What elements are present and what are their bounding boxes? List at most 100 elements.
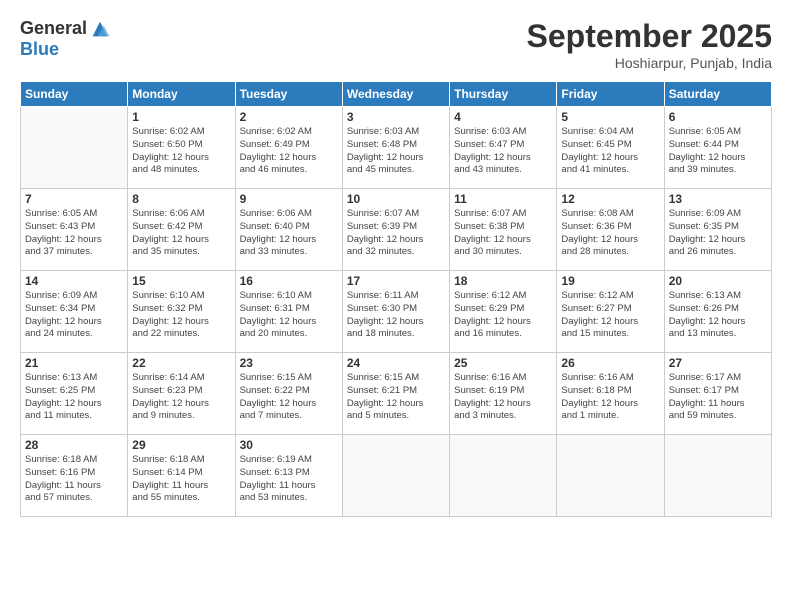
- table-row: [342, 435, 449, 517]
- table-row: 21 Sunrise: 6:13 AM Sunset: 6:25 PM Dayli…: [21, 353, 128, 435]
- day-number: 17: [347, 274, 445, 288]
- day-number: 2: [240, 110, 338, 124]
- day-info: Sunrise: 6:12 AM Sunset: 6:29 PM Dayligh…: [454, 290, 552, 341]
- table-row: 7 Sunrise: 6:05 AM Sunset: 6:43 PM Daylig…: [21, 189, 128, 271]
- title-block: September 2025 Hoshiarpur, Punjab, India: [527, 18, 772, 71]
- table-row: 25 Sunrise: 6:16 AM Sunset: 6:19 PM Dayli…: [450, 353, 557, 435]
- table-row: 29 Sunrise: 6:18 AM Sunset: 6:14 PM Dayli…: [128, 435, 235, 517]
- day-info: Sunrise: 6:10 AM Sunset: 6:31 PM Dayligh…: [240, 290, 338, 341]
- logo-general: General: [20, 19, 87, 39]
- day-info: Sunrise: 6:09 AM Sunset: 6:35 PM Dayligh…: [669, 208, 767, 259]
- table-row: 18 Sunrise: 6:12 AM Sunset: 6:29 PM Dayli…: [450, 271, 557, 353]
- header-tuesday: Tuesday: [235, 82, 342, 107]
- day-info: Sunrise: 6:16 AM Sunset: 6:19 PM Dayligh…: [454, 372, 552, 423]
- day-info: Sunrise: 6:03 AM Sunset: 6:47 PM Dayligh…: [454, 126, 552, 177]
- day-info: Sunrise: 6:15 AM Sunset: 6:21 PM Dayligh…: [347, 372, 445, 423]
- logo: General Blue: [20, 18, 111, 60]
- header-thursday: Thursday: [450, 82, 557, 107]
- title-location: Hoshiarpur, Punjab, India: [527, 55, 772, 71]
- day-number: 3: [347, 110, 445, 124]
- table-row: [21, 107, 128, 189]
- logo-blue: Blue: [20, 40, 59, 60]
- table-row: [450, 435, 557, 517]
- table-row: 28Sunrise: 6:18 AM Sunset: 6:16 PM Dayli…: [21, 435, 128, 517]
- day-number: 25: [454, 356, 552, 370]
- day-info: Sunrise: 6:05 AM Sunset: 6:43 PM Dayligh…: [25, 208, 123, 259]
- day-info: Sunrise: 6:18 AM Sunset: 6:14 PM Dayligh…: [132, 454, 230, 505]
- table-row: [664, 435, 771, 517]
- day-number: 29: [132, 438, 230, 452]
- header-saturday: Saturday: [664, 82, 771, 107]
- header: General Blue September 2025 Hoshiarpur, …: [20, 18, 772, 71]
- table-row: 27Sunrise: 6:17 AM Sunset: 6:17 PM Dayli…: [664, 353, 771, 435]
- day-info: Sunrise: 6:09 AM Sunset: 6:34 PM Dayligh…: [25, 290, 123, 341]
- table-row: 6 Sunrise: 6:05 AM Sunset: 6:44 PM Daylig…: [664, 107, 771, 189]
- day-info: Sunrise: 6:06 AM Sunset: 6:40 PM Dayligh…: [240, 208, 338, 259]
- day-info: Sunrise: 6:13 AM Sunset: 6:26 PM Dayligh…: [669, 290, 767, 341]
- table-row: 11 Sunrise: 6:07 AM Sunset: 6:38 PM Dayli…: [450, 189, 557, 271]
- table-row: 17Sunrise: 6:11 AM Sunset: 6:30 PM Dayli…: [342, 271, 449, 353]
- calendar: Sunday Monday Tuesday Wednesday Thursday…: [20, 81, 772, 517]
- table-row: 20 Sunrise: 6:13 AM Sunset: 6:26 PM Dayli…: [664, 271, 771, 353]
- day-number: 6: [669, 110, 767, 124]
- day-number: 15: [132, 274, 230, 288]
- table-row: 8Sunrise: 6:06 AM Sunset: 6:42 PM Daylig…: [128, 189, 235, 271]
- day-info: Sunrise: 6:07 AM Sunset: 6:39 PM Dayligh…: [347, 208, 445, 259]
- day-info: Sunrise: 6:18 AM Sunset: 6:16 PM Dayligh…: [25, 454, 123, 505]
- logo-icon: [89, 18, 111, 40]
- table-row: 1 Sunrise: 6:02 AM Sunset: 6:50 PM Daylig…: [128, 107, 235, 189]
- day-number: 5: [561, 110, 659, 124]
- table-row: 9Sunrise: 6:06 AM Sunset: 6:40 PM Daylig…: [235, 189, 342, 271]
- day-number: 10: [347, 192, 445, 206]
- day-info: Sunrise: 6:10 AM Sunset: 6:32 PM Dayligh…: [132, 290, 230, 341]
- table-row: [557, 435, 664, 517]
- table-row: 22 Sunrise: 6:14 AM Sunset: 6:23 PM Dayli…: [128, 353, 235, 435]
- day-info: Sunrise: 6:15 AM Sunset: 6:22 PM Dayligh…: [240, 372, 338, 423]
- calendar-header-row: Sunday Monday Tuesday Wednesday Thursday…: [21, 82, 772, 107]
- day-number: 1: [132, 110, 230, 124]
- table-row: 14 Sunrise: 6:09 AM Sunset: 6:34 PM Dayli…: [21, 271, 128, 353]
- day-info: Sunrise: 6:03 AM Sunset: 6:48 PM Dayligh…: [347, 126, 445, 177]
- table-row: 5Sunrise: 6:04 AM Sunset: 6:45 PM Daylig…: [557, 107, 664, 189]
- day-info: Sunrise: 6:02 AM Sunset: 6:50 PM Dayligh…: [132, 126, 230, 177]
- day-number: 26: [561, 356, 659, 370]
- table-row: 19 Sunrise: 6:12 AM Sunset: 6:27 PM Dayli…: [557, 271, 664, 353]
- day-number: 18: [454, 274, 552, 288]
- day-info: Sunrise: 6:08 AM Sunset: 6:36 PM Dayligh…: [561, 208, 659, 259]
- day-number: 11: [454, 192, 552, 206]
- table-row: 2 Sunrise: 6:02 AM Sunset: 6:49 PM Daylig…: [235, 107, 342, 189]
- day-number: 21: [25, 356, 123, 370]
- day-info: Sunrise: 6:16 AM Sunset: 6:18 PM Dayligh…: [561, 372, 659, 423]
- table-row: 15 Sunrise: 6:10 AM Sunset: 6:32 PM Dayli…: [128, 271, 235, 353]
- day-info: Sunrise: 6:19 AM Sunset: 6:13 PM Dayligh…: [240, 454, 338, 505]
- day-number: 20: [669, 274, 767, 288]
- title-month: September 2025: [527, 18, 772, 55]
- table-row: 3 Sunrise: 6:03 AM Sunset: 6:48 PM Daylig…: [342, 107, 449, 189]
- table-row: 4Sunrise: 6:03 AM Sunset: 6:47 PM Daylig…: [450, 107, 557, 189]
- day-number: 23: [240, 356, 338, 370]
- table-row: 26 Sunrise: 6:16 AM Sunset: 6:18 PM Dayli…: [557, 353, 664, 435]
- day-number: 24: [347, 356, 445, 370]
- day-info: Sunrise: 6:12 AM Sunset: 6:27 PM Dayligh…: [561, 290, 659, 341]
- table-row: 16 Sunrise: 6:10 AM Sunset: 6:31 PM Dayli…: [235, 271, 342, 353]
- day-info: Sunrise: 6:05 AM Sunset: 6:44 PM Dayligh…: [669, 126, 767, 177]
- day-number: 19: [561, 274, 659, 288]
- table-row: 30Sunrise: 6:19 AM Sunset: 6:13 PM Dayli…: [235, 435, 342, 517]
- day-number: 16: [240, 274, 338, 288]
- day-number: 14: [25, 274, 123, 288]
- table-row: 23 Sunrise: 6:15 AM Sunset: 6:22 PM Dayli…: [235, 353, 342, 435]
- day-number: 12: [561, 192, 659, 206]
- day-number: 22: [132, 356, 230, 370]
- table-row: 12 Sunrise: 6:08 AM Sunset: 6:36 PM Dayli…: [557, 189, 664, 271]
- day-info: Sunrise: 6:02 AM Sunset: 6:49 PM Dayligh…: [240, 126, 338, 177]
- table-row: 10 Sunrise: 6:07 AM Sunset: 6:39 PM Dayli…: [342, 189, 449, 271]
- day-info: Sunrise: 6:13 AM Sunset: 6:25 PM Dayligh…: [25, 372, 123, 423]
- day-info: Sunrise: 6:07 AM Sunset: 6:38 PM Dayligh…: [454, 208, 552, 259]
- page: General Blue September 2025 Hoshiarpur, …: [0, 0, 792, 612]
- day-info: Sunrise: 6:14 AM Sunset: 6:23 PM Dayligh…: [132, 372, 230, 423]
- day-info: Sunrise: 6:06 AM Sunset: 6:42 PM Dayligh…: [132, 208, 230, 259]
- day-number: 27: [669, 356, 767, 370]
- header-friday: Friday: [557, 82, 664, 107]
- day-number: 13: [669, 192, 767, 206]
- day-number: 7: [25, 192, 123, 206]
